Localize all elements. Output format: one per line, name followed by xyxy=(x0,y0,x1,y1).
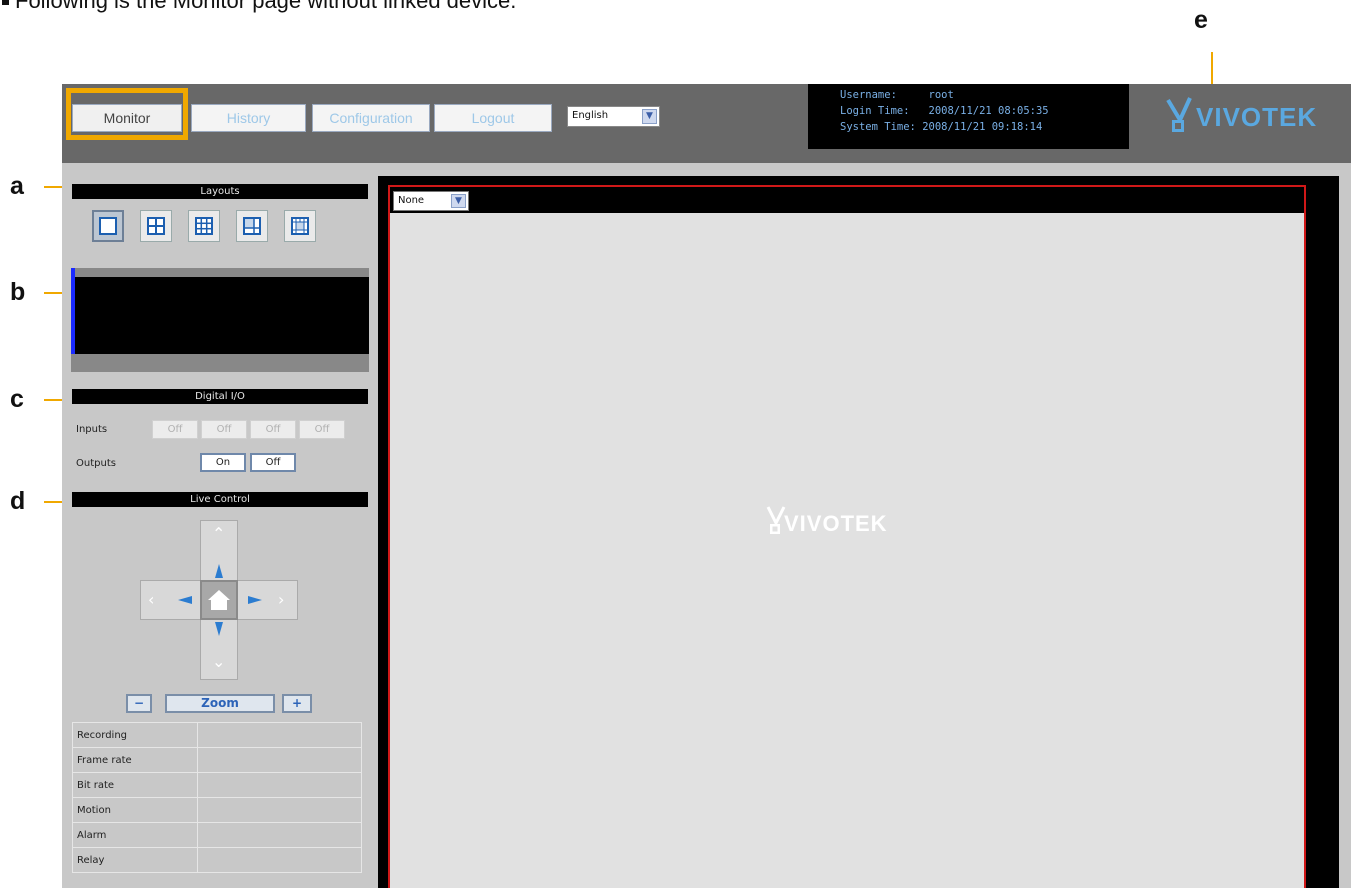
status-label: Recording xyxy=(72,722,198,748)
layout-quad-button[interactable] xyxy=(140,210,172,242)
inputs-label: Inputs xyxy=(76,424,108,435)
layout-thirteen-button[interactable] xyxy=(284,210,316,242)
system-time-value: 2008/11/21 09:18:14 xyxy=(922,121,1043,133)
layout-nine-button[interactable] xyxy=(188,210,220,242)
input-4-indicator: Off xyxy=(299,420,345,439)
table-row: Alarm xyxy=(72,822,362,848)
single-view-icon xyxy=(99,217,117,235)
pan-left-button[interactable]: ‹ xyxy=(148,590,154,609)
top-bar: Monitor History Configuration Logout Eng… xyxy=(62,84,1351,163)
status-value xyxy=(197,847,362,873)
page-caption: Following is the Monitor page without li… xyxy=(0,0,516,14)
configuration-button[interactable]: Configuration xyxy=(312,104,430,132)
layout-single-button[interactable] xyxy=(92,210,124,242)
table-row: Motion xyxy=(72,797,362,823)
brand-name: VIVOTEK xyxy=(1196,102,1318,132)
home-icon xyxy=(208,590,230,610)
system-time-label: System Time: xyxy=(840,121,916,133)
monitor-highlight xyxy=(66,88,188,140)
output-off-button[interactable]: Off xyxy=(250,453,296,472)
tilt-down-button[interactable]: ⌄ xyxy=(212,652,225,671)
device-select[interactable]: None ▼ xyxy=(393,191,469,211)
language-select[interactable]: English ▼ xyxy=(567,106,660,127)
watermark-brand: VIVOTEK xyxy=(784,511,888,536)
table-row: Frame rate xyxy=(72,747,362,773)
status-value xyxy=(197,747,362,773)
status-value xyxy=(197,822,362,848)
username-value: root xyxy=(928,89,954,101)
callout-c: c xyxy=(10,385,24,413)
history-button[interactable]: History xyxy=(191,104,306,132)
chevron-down-icon[interactable]: ▼ xyxy=(642,109,657,124)
monitor-page: Monitor History Configuration Logout Eng… xyxy=(62,84,1351,888)
status-label: Motion xyxy=(72,797,198,823)
zoom-out-button[interactable]: − xyxy=(126,694,152,713)
input-2-indicator: Off xyxy=(201,420,247,439)
output-on-button[interactable]: On xyxy=(200,453,246,472)
language-value: English xyxy=(572,110,609,121)
table-row: Bit rate xyxy=(72,772,362,798)
login-time-value: 2008/11/21 08:05:35 xyxy=(928,105,1049,117)
status-value xyxy=(197,772,362,798)
session-info: Username: root Login Time: 2008/11/21 08… xyxy=(808,84,1129,149)
quad-view-icon xyxy=(147,217,165,235)
six-view-icon xyxy=(243,217,261,235)
thirteen-view-icon xyxy=(291,217,309,235)
camera-logo-icon xyxy=(1166,97,1192,132)
callout-a: a xyxy=(10,172,24,200)
digital-io-header: Digital I/O xyxy=(72,389,368,404)
live-control-header: Live Control xyxy=(72,492,368,507)
status-value xyxy=(197,722,362,748)
zoom-in-button[interactable]: + xyxy=(282,694,312,713)
status-label: Frame rate xyxy=(72,747,198,773)
device-list-area xyxy=(71,277,369,354)
device-list[interactable] xyxy=(71,268,369,372)
video-cell-selected[interactable]: None ▼ VIVOTEK xyxy=(388,185,1306,888)
pan-right-button[interactable]: › xyxy=(278,590,284,609)
device-list-scrollbar[interactable] xyxy=(71,268,75,354)
chevron-down-icon[interactable]: ▼ xyxy=(451,194,466,208)
tilt-up-button[interactable]: ⌃ xyxy=(212,524,225,543)
video-display[interactable]: VIVOTEK xyxy=(390,213,1304,888)
status-value xyxy=(197,797,362,823)
callout-e: e xyxy=(1194,6,1208,34)
username-label: Username: xyxy=(840,89,897,101)
ptz-home-button[interactable] xyxy=(200,580,238,620)
table-row: Recording xyxy=(72,722,362,748)
status-label: Alarm xyxy=(72,822,198,848)
input-3-indicator: Off xyxy=(250,420,296,439)
callout-d: d xyxy=(10,487,26,515)
callout-b: b xyxy=(10,278,26,306)
status-label: Relay xyxy=(72,847,198,873)
vivotek-logo: VIVOTEK xyxy=(1166,96,1316,136)
login-time-label: Login Time: xyxy=(840,105,910,117)
vivotek-watermark: VIVOTEK xyxy=(766,505,887,541)
table-row: Relay xyxy=(72,847,362,873)
device-select-value: None xyxy=(398,195,425,206)
status-label: Bit rate xyxy=(72,772,198,798)
nine-view-icon xyxy=(195,217,213,235)
status-table: Recording Frame rate Bit rate Motion Ala… xyxy=(72,722,362,873)
input-1-indicator: Off xyxy=(152,420,198,439)
video-viewer: None ▼ VIVOTEK xyxy=(378,176,1339,888)
zoom-label: Zoom xyxy=(165,694,275,713)
outputs-label: Outputs xyxy=(76,458,116,469)
logout-button[interactable]: Logout xyxy=(434,104,552,132)
layouts-header: Layouts xyxy=(72,184,368,199)
layout-six-button[interactable] xyxy=(236,210,268,242)
